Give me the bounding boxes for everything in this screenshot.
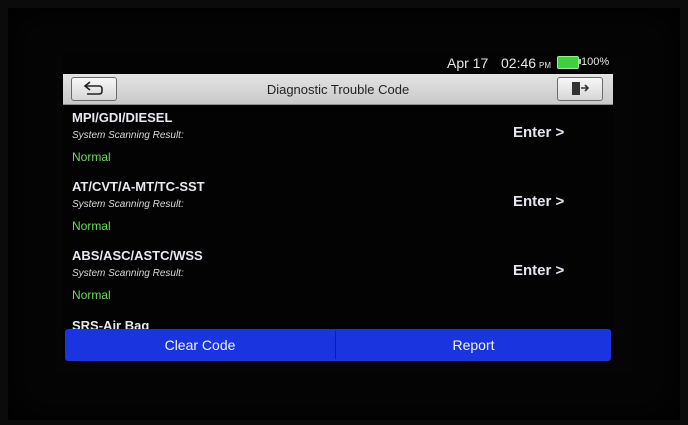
enter-button[interactable]: Enter > [513,124,564,141]
device-screen: Apr 17 02:46 PM 100% Diagnostic Trouble C… [63,52,613,362]
system-scan-result: Normal [72,288,111,302]
system-name: MPI/GDI/DIESEL [72,110,173,125]
system-name: AT/CVT/A-MT/TC-SST [72,179,205,194]
exit-button[interactable] [557,77,603,101]
system-scan-result: Normal [72,219,111,233]
battery-icon [557,56,579,69]
system-scan-label: System Scanning Result: [72,130,184,141]
system-name: SRS-Air Bag [72,318,150,329]
page-title: Diagnostic Trouble Code [266,82,410,97]
exit-door-icon [572,82,590,95]
report-button[interactable]: Report [336,329,611,361]
list-item-mpi: MPI/GDI/DIESEL System Scanning Result: N… [63,104,613,172]
enter-button[interactable]: Enter > [513,193,564,210]
system-name: ABS/ASC/ASTC/WSS [72,248,203,263]
system-scan-label: System Scanning Result: [72,268,184,279]
status-time: 02:46 PM [501,55,551,71]
enter-button[interactable]: Enter > [513,262,564,279]
system-scan-result: Normal [72,150,111,164]
clear-code-button[interactable]: Clear Code [65,329,335,361]
bottom-action-bar: Clear Code Report [65,329,611,361]
status-time-value: 02:46 [501,55,537,71]
status-bar: Apr 17 02:46 PM 100% [63,52,613,74]
list-item-abs: ABS/ASC/ASTC/WSS System Scanning Result:… [63,242,613,310]
status-ampm: PM [539,61,552,70]
system-scan-label: System Scanning Result: [72,199,184,210]
list-item-at: AT/CVT/A-MT/TC-SST System Scanning Resul… [63,173,613,241]
battery-percent: 100% [581,56,610,68]
status-date: Apr 17 [447,55,489,71]
title-bar: Diagnostic Trouble Code [63,74,613,105]
system-list: MPI/GDI/DIESEL System Scanning Result: N… [63,104,613,329]
list-item-srs[interactable]: SRS-Air Bag [63,314,613,329]
